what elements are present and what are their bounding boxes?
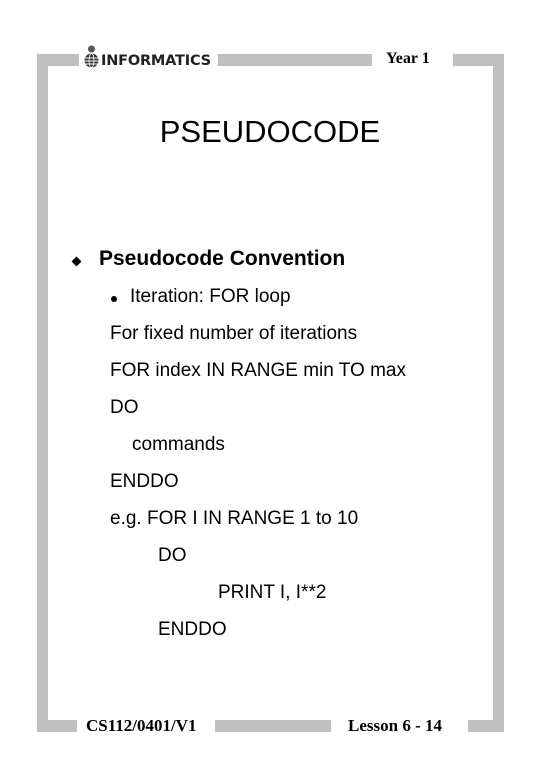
frame-top-bar-right xyxy=(453,54,504,66)
syntax-do-line: DO xyxy=(110,397,139,418)
round-bullet-icon xyxy=(111,295,117,302)
logo-text: INFORMATICS xyxy=(101,53,211,69)
example-for-line: e.g. FOR I IN RANGE 1 to 10 xyxy=(110,508,359,529)
example-print-line: PRINT I, I**2 xyxy=(218,582,327,603)
main-bullet: Pseudocode Convention xyxy=(71,245,346,273)
diamond-bullet-icon xyxy=(71,256,82,266)
main-bullet-text: Pseudocode Convention xyxy=(99,247,346,270)
description-line: For fixed number of iterations xyxy=(110,323,358,344)
frame-bottom-bar-right xyxy=(468,720,504,732)
frame-left-bar xyxy=(37,54,48,732)
year-label: Year 1 xyxy=(386,50,430,67)
frame-top-bar-left xyxy=(37,54,79,66)
syntax-commands-line: commands xyxy=(132,434,225,455)
example-enddo-line: ENDDO xyxy=(158,619,227,640)
slide-title: PSEUDOCODE xyxy=(159,114,381,149)
lesson-page-number: Lesson 6 - 14 xyxy=(348,716,442,735)
frame-top-bar-middle xyxy=(218,54,372,66)
sub-bullet: Iteration: FOR loop xyxy=(111,284,291,310)
syntax-for-line: FOR index IN RANGE min TO max xyxy=(110,360,406,381)
frame-bottom-bar-middle xyxy=(215,720,331,732)
syntax-enddo-line: ENDDO xyxy=(110,471,179,492)
informatics-logo: INFORMATICS xyxy=(84,43,211,69)
frame-bottom-bar-left xyxy=(37,720,77,732)
person-globe-icon xyxy=(84,45,99,68)
course-code: CS112/0401/V1 xyxy=(86,716,197,735)
sub-bullet-text: Iteration: FOR loop xyxy=(130,286,291,307)
frame-right-bar xyxy=(493,54,504,732)
example-do-line: DO xyxy=(158,545,187,566)
